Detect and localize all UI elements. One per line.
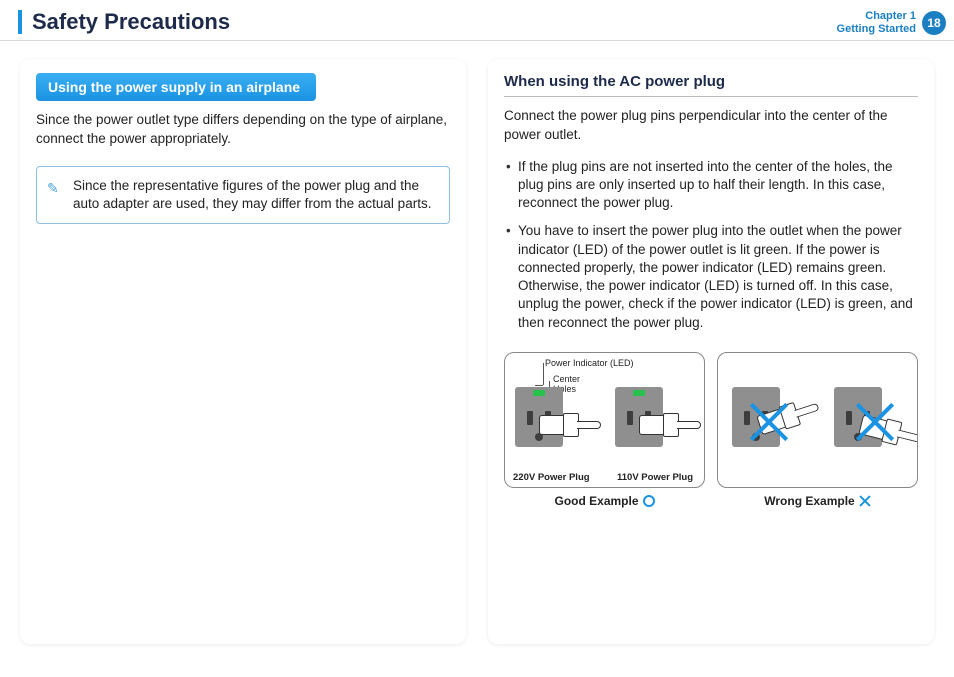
caption-good: Good Example [504, 494, 705, 508]
note-text: Since the representative figures of the … [73, 178, 431, 211]
bullet-item: If the plug pins are not inserted into t… [504, 158, 918, 213]
plug-110v-icon [639, 411, 695, 439]
document-page: Safety Precautions Chapter 1 Getting Sta… [0, 0, 954, 677]
note-box: ✎ Since the representative figures of th… [36, 166, 450, 224]
page-title: Safety Precautions [18, 10, 230, 34]
plug-220v-icon [539, 411, 595, 439]
bullet-item: You have to insert the power plug into t… [504, 222, 918, 331]
content-columns: Using the power supply in an airplane Si… [0, 41, 954, 658]
label-power-indicator: Power Indicator (LED) [545, 359, 634, 368]
section-title-pill: Using the power supply in an airplane [36, 73, 316, 101]
x-mark-icon [746, 399, 792, 445]
page-header: Safety Precautions Chapter 1 Getting Sta… [0, 0, 954, 41]
x-icon [859, 495, 871, 507]
figure-caption-row: Good Example Wrong Example [504, 494, 918, 508]
left-column: Using the power supply in an airplane Si… [20, 59, 466, 644]
label-center: Center [553, 375, 580, 384]
figure-row: Power Indicator (LED) Center Holes [504, 352, 918, 488]
header-right: Chapter 1 Getting Started 18 [837, 10, 946, 36]
label-110v-plug: 110V Power Plug [617, 472, 693, 483]
right-intro-text: Connect the power plug pins perpendicula… [504, 107, 918, 143]
caption-good-text: Good Example [554, 494, 638, 508]
right-column: When using the AC power plug Connect the… [488, 59, 934, 644]
page-number-badge: 18 [922, 11, 946, 35]
figure-wrong [717, 352, 918, 488]
callout-line [535, 385, 543, 386]
chapter-line1: Chapter 1 [837, 10, 916, 23]
circle-icon [643, 495, 655, 507]
right-subhead: When using the AC power plug [504, 73, 918, 97]
bullet-list: If the plug pins are not inserted into t… [504, 158, 918, 332]
note-icon: ✎ [47, 179, 59, 198]
x-mark-icon [852, 399, 898, 445]
left-intro-text: Since the power outlet type differs depe… [36, 111, 450, 147]
chapter-line2: Getting Started [837, 23, 916, 36]
callout-line [543, 363, 544, 385]
figure-good: Power Indicator (LED) Center Holes [504, 352, 705, 488]
caption-wrong: Wrong Example [717, 494, 918, 508]
caption-wrong-text: Wrong Example [764, 494, 854, 508]
label-220v-plug: 220V Power Plug [513, 472, 590, 483]
chapter-label: Chapter 1 Getting Started [837, 10, 916, 36]
